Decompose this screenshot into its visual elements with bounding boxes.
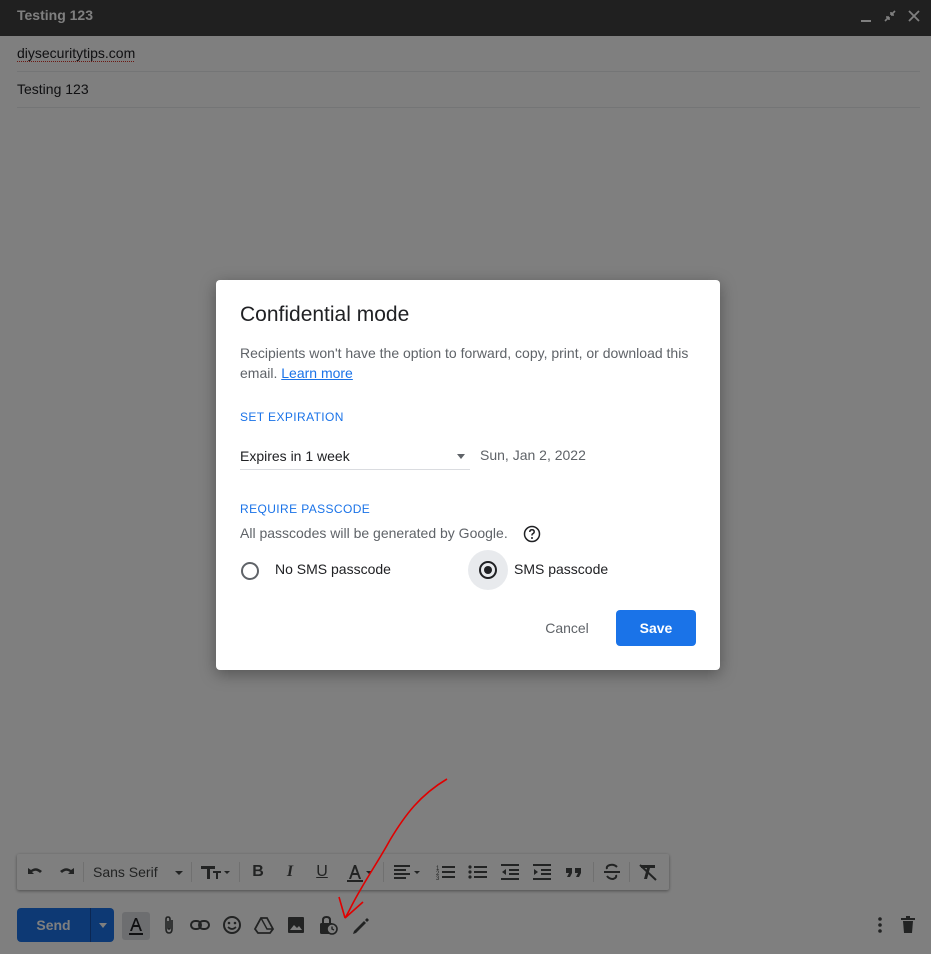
no-sms-passcode-label: No SMS passcode <box>275 561 391 577</box>
no-sms-passcode-radio[interactable] <box>241 562 259 580</box>
set-expiration-heading: SET EXPIRATION <box>240 410 344 424</box>
learn-more-link[interactable]: Learn more <box>281 365 353 381</box>
dialog-description: Recipients won't have the option to forw… <box>240 343 690 383</box>
help-icon[interactable] <box>523 525 541 543</box>
sms-passcode-radio[interactable] <box>479 561 497 579</box>
dialog-title: Confidential mode <box>240 303 410 326</box>
dropdown-arrow-icon <box>457 454 465 459</box>
cancel-button[interactable]: Cancel <box>532 610 602 646</box>
expiration-date: Sun, Jan 2, 2022 <box>480 447 586 463</box>
confidential-mode-dialog: Confidential mode Recipients won't have … <box>216 280 720 670</box>
require-passcode-heading: REQUIRE PASSCODE <box>240 502 371 516</box>
save-button[interactable]: Save <box>616 610 696 646</box>
expiration-select-value: Expires in 1 week <box>240 448 350 464</box>
expiration-select[interactable]: Expires in 1 week <box>240 443 470 470</box>
sms-passcode-label: SMS passcode <box>514 561 609 577</box>
passcode-note: All passcodes will be generated by Googl… <box>240 525 508 541</box>
